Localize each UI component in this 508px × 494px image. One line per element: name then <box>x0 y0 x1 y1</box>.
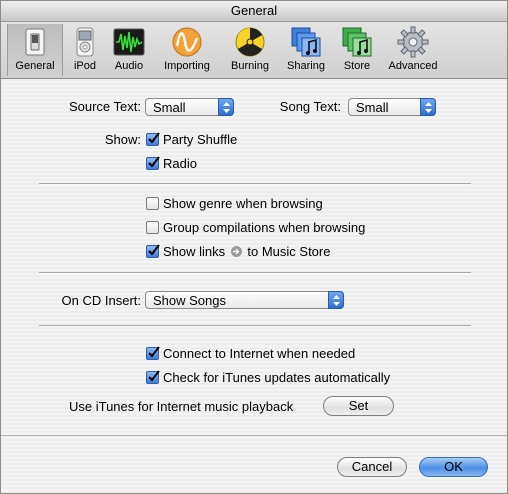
source-text-label: Source Text: <box>68 99 141 114</box>
tab-audio[interactable]: Audio <box>109 24 149 76</box>
tab-advanced[interactable]: Advanced <box>385 24 441 76</box>
tab-general-label: General <box>15 60 55 72</box>
on-cd-insert-label: On CD Insert: <box>61 293 141 308</box>
checkmark-icon <box>148 244 160 256</box>
connect-internet-label: Connect to Internet when needed <box>163 346 356 361</box>
group-compilations-label: Group compilations when browsing <box>163 220 366 235</box>
source-text-value: Small <box>153 100 186 115</box>
checkmark-icon <box>148 370 160 382</box>
music-store-arrow-icon <box>230 246 242 257</box>
checkmark-icon <box>148 346 160 358</box>
separator <box>39 183 471 185</box>
source-text-popup[interactable]: Small <box>145 98 234 116</box>
popup-arrows-icon <box>328 291 344 309</box>
checkmark-icon <box>148 156 160 168</box>
show-genre-label: Show genre when browsing <box>163 196 323 211</box>
tab-general[interactable]: General <box>7 24 63 76</box>
radio-label: Radio <box>163 156 197 171</box>
separator <box>39 325 471 327</box>
gear-icon <box>397 26 429 58</box>
check-updates-label: Check for iTunes updates automatically <box>163 370 391 385</box>
check-updates-checkbox[interactable] <box>146 370 160 384</box>
tab-importing[interactable]: Importing <box>157 24 217 76</box>
audio-waveform-icon <box>113 28 145 56</box>
group-compilations-checkbox[interactable] <box>146 221 159 234</box>
ok-button[interactable]: OK <box>419 457 488 477</box>
radio-checkbox[interactable] <box>146 156 160 170</box>
sharing-icon <box>291 27 321 57</box>
on-cd-insert-value: Show Songs <box>153 293 226 308</box>
set-button[interactable]: Set <box>323 396 394 416</box>
tab-store-label: Store <box>343 60 371 72</box>
internet-playback-label: Use iTunes for Internet music playback <box>69 399 294 414</box>
preferences-toolbar: General iPod Audio Importing Burning Sha… <box>1 22 507 79</box>
checkmark-icon <box>148 132 160 144</box>
party-shuffle-checkbox[interactable] <box>146 132 160 146</box>
song-text-value: Small <box>356 100 389 115</box>
popup-arrows-icon <box>218 98 234 116</box>
on-cd-insert-popup[interactable]: Show Songs <box>145 291 344 309</box>
tab-store[interactable]: Store <box>337 24 377 76</box>
importing-icon <box>172 27 202 57</box>
window-title: General <box>1 1 507 22</box>
separator <box>39 272 471 274</box>
footer-divider <box>1 435 507 436</box>
tab-audio-label: Audio <box>114 60 144 72</box>
show-links-label: Show links <box>163 244 226 259</box>
cancel-button[interactable]: Cancel <box>337 457 407 477</box>
tab-importing-label: Importing <box>164 60 210 72</box>
popup-arrows-icon <box>420 98 436 116</box>
store-icon <box>342 27 372 57</box>
tab-sharing[interactable]: Sharing <box>283 24 329 76</box>
tab-advanced-label: Advanced <box>388 60 438 72</box>
show-links-row: Show links to Music Store <box>163 244 330 259</box>
show-label: Show: <box>104 132 141 147</box>
tab-burning[interactable]: Burning <box>227 24 273 76</box>
song-text-label: Song Text: <box>279 99 341 114</box>
ipod-icon <box>76 27 94 57</box>
tab-burning-label: Burning <box>231 60 269 72</box>
switch-icon <box>25 28 45 56</box>
burning-icon <box>235 27 265 57</box>
party-shuffle-label: Party Shuffle <box>163 132 238 147</box>
show-genre-checkbox[interactable] <box>146 197 159 210</box>
tab-ipod[interactable]: iPod <box>67 24 103 76</box>
tab-sharing-label: Sharing <box>287 60 325 72</box>
connect-internet-checkbox[interactable] <box>146 346 160 360</box>
tab-ipod-label: iPod <box>73 60 97 72</box>
show-links-label-suffix: to Music Store <box>247 244 331 259</box>
song-text-popup[interactable]: Small <box>348 98 436 116</box>
preferences-window: General General iPod Audio Importing Bur… <box>0 0 508 494</box>
show-links-checkbox[interactable] <box>146 244 160 258</box>
